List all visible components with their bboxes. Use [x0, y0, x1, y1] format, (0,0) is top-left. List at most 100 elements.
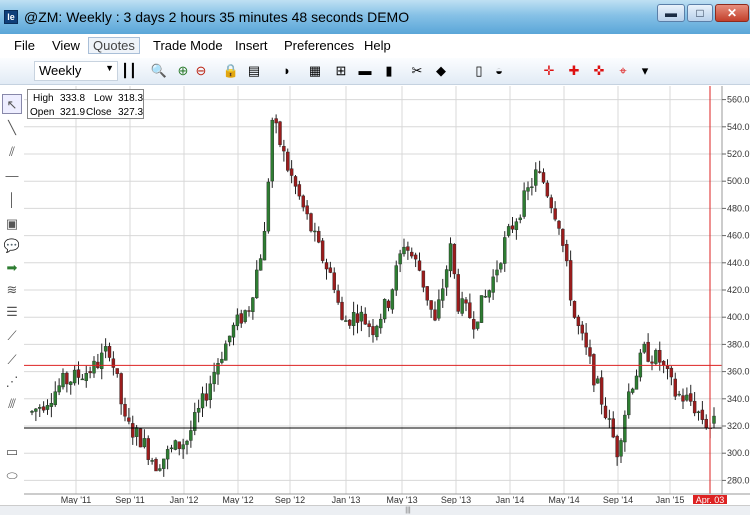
- candle-body: [456, 274, 460, 312]
- candle-body: [34, 408, 38, 412]
- candle-body: [344, 320, 348, 322]
- menu-file[interactable]: File: [14, 38, 35, 53]
- vertical-line-icon[interactable]: │: [2, 190, 22, 210]
- candle-body: [123, 403, 127, 417]
- candle-body: [541, 172, 546, 183]
- candle-body: [530, 186, 534, 188]
- cursor-3d-icon[interactable]: ◗: [278, 62, 296, 80]
- candle-body: [689, 393, 693, 402]
- candle-body: [243, 310, 247, 322]
- candle-body: [607, 418, 612, 420]
- candle-body: [45, 405, 50, 410]
- candle-body: [320, 240, 325, 261]
- candle-body: [650, 361, 654, 364]
- y-tick-label: 400.0: [727, 312, 750, 322]
- candle-body: [255, 269, 259, 299]
- menu-quotes[interactable]: Quotes: [88, 37, 140, 54]
- minimize-button[interactable]: ▬: [657, 4, 685, 22]
- candle-body: [204, 393, 209, 401]
- price-chart[interactable]: 364.6318.5 280.0300.0320.0340.0360.0380.…: [24, 86, 750, 504]
- candle-body: [247, 310, 251, 312]
- lock-icon[interactable]: 🔒: [222, 62, 240, 80]
- bars-icon[interactable]: ▮: [380, 62, 398, 80]
- phone-icon[interactable]: ▯: [470, 62, 488, 80]
- candle-body: [340, 301, 344, 320]
- mouse-icon[interactable]: ◒: [490, 62, 508, 80]
- page-icon[interactable]: ▤: [245, 62, 263, 80]
- note-icon[interactable]: ▣: [2, 214, 22, 234]
- bars-style-icon[interactable]: ┃┃: [120, 62, 138, 80]
- candle-body: [417, 260, 422, 271]
- horizontal-line-icon[interactable]: —: [2, 166, 22, 186]
- menu-preferences[interactable]: Preferences: [284, 38, 354, 53]
- horizontal-scrollbar[interactable]: |||: [0, 505, 750, 515]
- crosshair-split-icon[interactable]: ⌖: [614, 62, 632, 80]
- wave-icon[interactable]: ≋: [2, 280, 22, 300]
- paint-icon[interactable]: ◆: [432, 62, 450, 80]
- candle-body: [421, 270, 426, 288]
- candle-body: [685, 394, 689, 401]
- pointer-icon[interactable]: ↖: [2, 94, 22, 114]
- gann-fan-icon[interactable]: ⟋: [2, 326, 22, 346]
- open-value: 321.9: [60, 107, 86, 118]
- candle-body: [406, 246, 410, 251]
- menu-help[interactable]: Help: [364, 38, 391, 53]
- candle-body: [596, 378, 600, 384]
- candle-body: [441, 288, 445, 301]
- fib-icon[interactable]: ☰: [2, 302, 22, 322]
- candle-body: [100, 352, 104, 369]
- x-tick-label: Sep '11: [115, 495, 145, 504]
- menu-insert[interactable]: Insert: [235, 38, 268, 53]
- andrews-icon[interactable]: ⟋: [2, 350, 22, 370]
- parallel-lines-icon[interactable]: ⫽: [2, 142, 22, 162]
- scissors-icon[interactable]: ✂: [408, 62, 426, 80]
- candle-body: [278, 121, 282, 145]
- speed-lines-icon[interactable]: ⫻: [2, 394, 22, 414]
- y-tick-label: 460.0: [727, 231, 750, 241]
- candle-body: [619, 440, 623, 457]
- candle-body: [444, 269, 449, 288]
- y-tick-label: 340.0: [727, 394, 750, 404]
- more-icon[interactable]: ▾: [636, 62, 654, 80]
- scrollbar-thumb[interactable]: |||: [398, 507, 418, 514]
- hierarchy-icon[interactable]: ⊞: [332, 62, 350, 80]
- candle-body: [433, 309, 437, 321]
- candle-body: [367, 323, 371, 328]
- menu-trade-mode[interactable]: Trade Mode: [153, 38, 223, 53]
- candle-body: [479, 295, 484, 323]
- menu-view[interactable]: View: [52, 38, 80, 53]
- zoom-in-icon[interactable]: ⊕: [174, 62, 192, 80]
- candle-body: [169, 447, 174, 450]
- line-icon[interactable]: ╲: [2, 118, 22, 138]
- candle-body: [92, 360, 96, 374]
- zoom-out-icon[interactable]: ⊖: [192, 62, 210, 80]
- pitchfork-icon[interactable]: ⋰: [2, 372, 22, 392]
- ellipse-icon[interactable]: ⬭: [2, 466, 22, 486]
- period-select[interactable]: Weekly ▼: [34, 61, 118, 81]
- candle-body: [270, 119, 274, 182]
- period-value: Weekly: [39, 63, 82, 78]
- crosshair-dot-icon[interactable]: ✜: [590, 62, 608, 80]
- crosshair-box-icon[interactable]: ✛: [540, 62, 558, 80]
- rectangle-icon[interactable]: ▭: [2, 442, 22, 462]
- candle-body: [189, 430, 193, 441]
- candle-body: [115, 368, 119, 374]
- chart-add-icon[interactable]: ▦: [306, 62, 324, 80]
- zoom-search-icon[interactable]: 🔍: [150, 62, 168, 80]
- candle-body: [413, 254, 418, 260]
- colors-icon[interactable]: ▬: [356, 62, 374, 80]
- callout-icon[interactable]: 💬: [2, 236, 22, 256]
- candle-body: [162, 458, 166, 469]
- candle-body: [165, 449, 170, 460]
- candle-body: [231, 324, 236, 338]
- candle-body: [38, 407, 42, 409]
- arrow-icon[interactable]: ➡: [2, 258, 22, 278]
- candle-body: [452, 243, 457, 275]
- candle-body: [630, 388, 635, 393]
- candle-body: [526, 187, 530, 192]
- close-button[interactable]: ✕: [715, 4, 749, 22]
- maximize-button[interactable]: □: [687, 4, 713, 22]
- x-tick-label: May '12: [222, 495, 253, 504]
- candle-body: [196, 407, 201, 413]
- crosshair-icon[interactable]: ✚: [565, 62, 583, 80]
